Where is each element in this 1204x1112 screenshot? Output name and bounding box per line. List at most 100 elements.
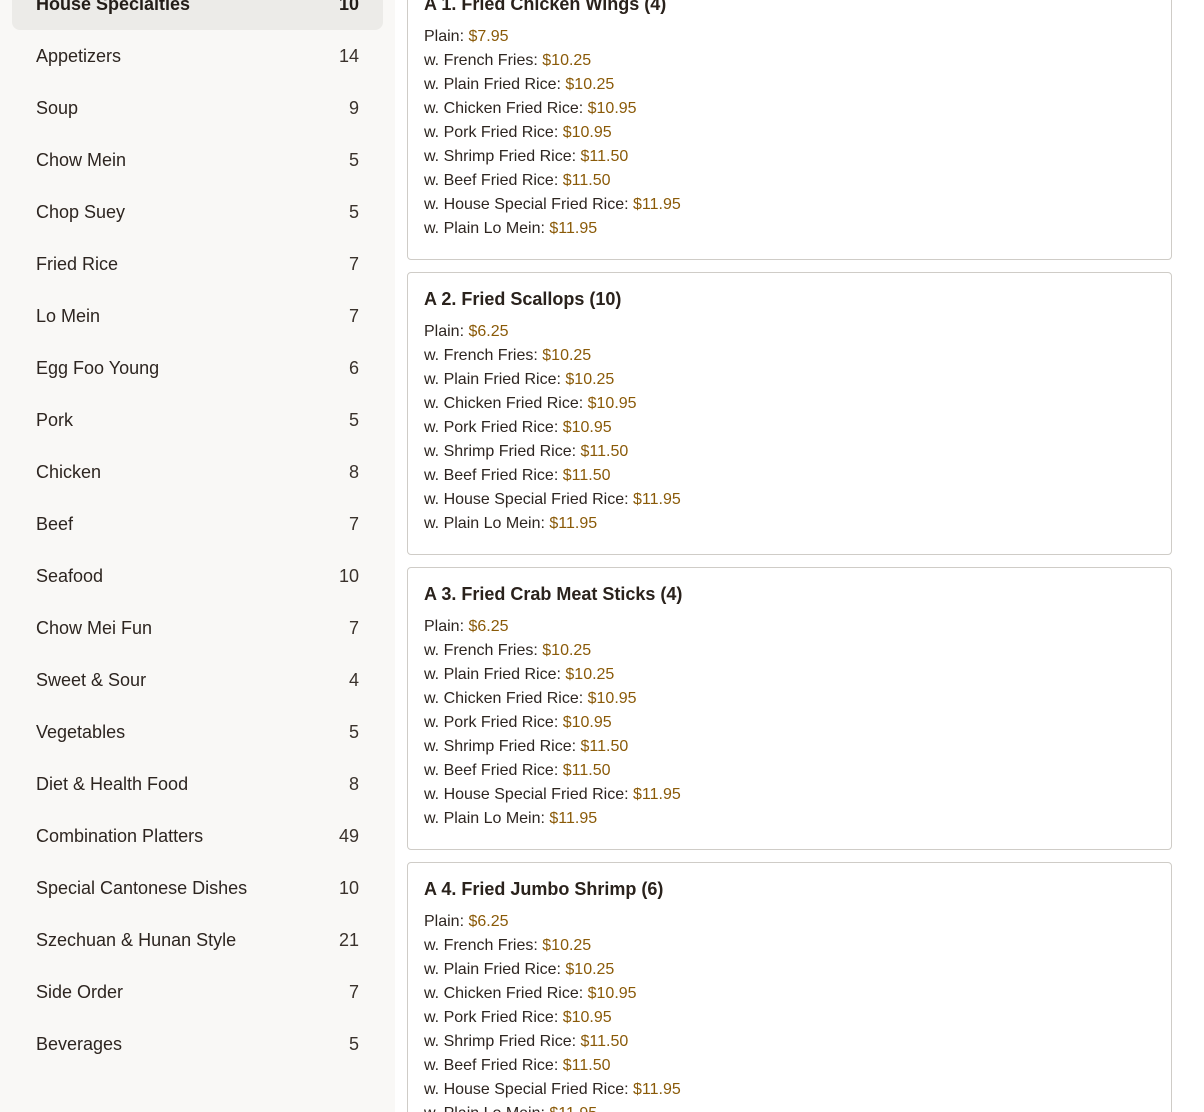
option-price: $11.50 (562, 762, 611, 779)
sidebar-category-item[interactable]: Chow Mei Fun 7 (12, 602, 383, 654)
sidebar-category-item[interactable]: Diet & Health Food 8 (12, 758, 383, 810)
option-label: w. Plain Lo Mein: (424, 515, 545, 532)
sidebar-category-item[interactable]: Soup 9 (12, 82, 383, 134)
option-label: w. Beef Fried Rice: (424, 762, 559, 779)
option-label: w. Pork Fried Rice: (424, 124, 559, 141)
price-option-row: w. Plain Lo Mein: $11.95 (424, 217, 1155, 241)
price-option-row: w. Beef Fried Rice: $11.50 (424, 169, 1155, 193)
menu-item-card[interactable]: A 4. Fried Jumbo Shrimp (6) Plain: $6.25 w… (407, 862, 1172, 1112)
category-label: Combination Platters (36, 825, 204, 846)
price-option-row: w. French Fries: $10.25 (424, 49, 1155, 73)
option-price: $10.25 (565, 371, 615, 388)
option-price: $11.50 (580, 148, 629, 165)
sidebar-category-item[interactable]: Special Cantonese Dishes 10 (12, 862, 383, 914)
category-item-count: 5 (348, 149, 359, 170)
option-label: w. Chicken Fried Rice: (424, 100, 584, 117)
sidebar-category-item[interactable]: Beef 7 (12, 498, 383, 550)
price-option-row: w. House Special Fried Rice: $11.95 (424, 1078, 1155, 1102)
category-list: House Specialties 10 Appetizers 14 Soup 9 Chow… (12, 0, 383, 1070)
category-item-count: 5 (348, 721, 359, 742)
price-option-row: w. Plain Lo Mein: $11.95 (424, 1102, 1155, 1112)
category-item-count: 14 (338, 45, 359, 66)
menu-item-card[interactable]: A 1. Fried Chicken Wings (4) Plain: $7.95… (407, 0, 1172, 260)
sidebar-category-item[interactable]: Fried Rice 7 (12, 238, 383, 290)
category-label: Szechuan & Hunan Style (36, 929, 237, 950)
option-price: $10.25 (542, 347, 592, 364)
menu-item-list: A 1. Fried Chicken Wings (4) Plain: $7.95… (407, 0, 1172, 1112)
sidebar-category-item[interactable]: Chow Mein 5 (12, 134, 383, 186)
menu-item-card[interactable]: A 3. Fried Crab Meat Sticks (4) Plain: $6… (407, 567, 1172, 850)
category-label: Pork (36, 409, 74, 430)
option-label: w. Plain Lo Mein: (424, 220, 545, 237)
sidebar-category-item[interactable]: Side Order 7 (12, 966, 383, 1018)
menu-item-title: A 2. Fried Scallops (10) (424, 289, 622, 309)
sidebar-category-item[interactable]: Seafood 10 (12, 550, 383, 602)
price-option-row: w. Plain Lo Mein: $11.95 (424, 807, 1155, 831)
category-item-count: 10 (338, 877, 359, 898)
category-label: Vegetables (36, 721, 126, 742)
price-option-row: w. Plain Lo Mein: $11.95 (424, 512, 1155, 536)
menu-item-title: A 1. Fried Chicken Wings (4) (424, 0, 667, 14)
sidebar-category-item[interactable]: Appetizers 14 (12, 30, 383, 82)
menu-app: House Specialties 10 Appetizers 14 Soup 9 Chow… (0, 0, 1204, 1112)
option-price: $11.50 (580, 1033, 629, 1050)
category-label: Special Cantonese Dishes (36, 877, 248, 898)
option-price: $10.95 (562, 419, 612, 436)
option-price: $10.25 (565, 76, 615, 93)
sidebar-category-item[interactable]: Egg Foo Young 6 (12, 342, 383, 394)
sidebar-category-item[interactable]: House Specialties 10 (12, 0, 383, 30)
menu-items-panel: A 1. Fried Chicken Wings (4) Plain: $7.95… (407, 0, 1172, 1112)
sidebar-category-item[interactable]: Combination Platters 49 (12, 810, 383, 862)
price-option-row: w. Plain Fried Rice: $10.25 (424, 663, 1155, 687)
option-label: w. Chicken Fried Rice: (424, 985, 584, 1002)
option-label: Plain: (424, 28, 465, 45)
category-label: Diet & Health Food (36, 773, 189, 794)
menu-item-title: A 4. Fried Jumbo Shrimp (6) (424, 879, 664, 899)
sidebar-category-item[interactable]: Pork 5 (12, 394, 383, 446)
price-option-row: w. Chicken Fried Rice: $10.95 (424, 982, 1155, 1006)
option-label: w. Shrimp Fried Rice: (424, 148, 577, 165)
option-price: $11.50 (580, 443, 629, 460)
option-price: $10.25 (542, 937, 592, 954)
option-price: $10.95 (562, 1009, 612, 1026)
sidebar-category-item[interactable]: Beverages 5 (12, 1018, 383, 1070)
category-item-count: 21 (338, 929, 359, 950)
category-item-count: 10 (338, 0, 359, 14)
menu-item-card[interactable]: A 2. Fried Scallops (10) Plain: $6.25 w. F… (407, 272, 1172, 555)
category-label: Chop Suey (36, 201, 126, 222)
price-option-row: Plain: $7.95 (424, 25, 1155, 49)
price-option-row: w. Shrimp Fried Rice: $11.50 (424, 735, 1155, 759)
category-label: Chow Mein (36, 149, 127, 170)
option-label: w. Plain Fried Rice: (424, 666, 561, 683)
category-label: Seafood (36, 565, 104, 586)
price-option-row: w. French Fries: $10.25 (424, 344, 1155, 368)
price-option-row: w. House Special Fried Rice: $11.95 (424, 783, 1155, 807)
option-label: w. French Fries: (424, 937, 538, 954)
category-item-count: 5 (348, 1033, 359, 1054)
option-price: $10.25 (542, 642, 592, 659)
sidebar-category-item[interactable]: Vegetables 5 (12, 706, 383, 758)
option-price: $10.95 (587, 690, 637, 707)
price-option-row: w. Shrimp Fried Rice: $11.50 (424, 440, 1155, 464)
option-label: w. Beef Fried Rice: (424, 1057, 559, 1074)
option-price: $11.95 (549, 220, 598, 237)
option-label: w. Pork Fried Rice: (424, 419, 559, 436)
sidebar-category-item[interactable]: Lo Mein 7 (12, 290, 383, 342)
category-label: Chicken (36, 461, 102, 482)
sidebar-category-item[interactable]: Chicken 8 (12, 446, 383, 498)
option-label: w. House Special Fried Rice: (424, 491, 629, 508)
sidebar-category-item[interactable]: Sweet & Sour 4 (12, 654, 383, 706)
sidebar-category-item[interactable]: Szechuan & Hunan Style 21 (12, 914, 383, 966)
option-label: w. Plain Fried Rice: (424, 76, 561, 93)
price-option-row: Plain: $6.25 (424, 320, 1155, 344)
option-label: w. Chicken Fried Rice: (424, 690, 584, 707)
option-label: w. Pork Fried Rice: (424, 714, 559, 731)
category-item-count: 7 (348, 305, 359, 326)
sidebar-category-item[interactable]: Chop Suey 5 (12, 186, 383, 238)
option-label: w. Shrimp Fried Rice: (424, 738, 577, 755)
category-item-count: 9 (348, 97, 359, 118)
category-label: Soup (36, 97, 79, 118)
option-label: w. House Special Fried Rice: (424, 1081, 629, 1098)
category-label: Sweet & Sour (36, 669, 147, 690)
price-option-row: w. Beef Fried Rice: $11.50 (424, 464, 1155, 488)
